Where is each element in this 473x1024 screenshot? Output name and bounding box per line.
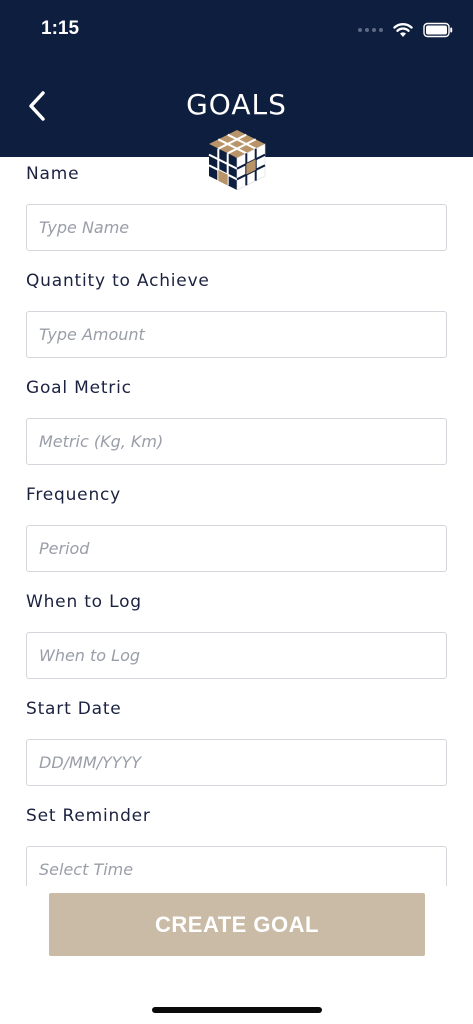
status-time: 1:15 [41,18,80,39]
frequency-label: Frequency [26,485,122,505]
quantity-input[interactable]: Type Amount [26,311,447,358]
start-date-input[interactable]: DD/MM/YYYY [26,739,447,786]
start-date-label: Start Date [26,699,122,719]
name-input[interactable]: Type Name [26,204,447,251]
home-indicator [152,1007,322,1013]
goal-metric-label: Goal Metric [26,378,132,398]
name-label: Name [26,164,80,184]
frequency-input[interactable]: Period [26,525,447,572]
cube-logo-icon [208,130,266,191]
when-to-log-input[interactable]: When to Log [26,632,447,679]
battery-icon [423,22,453,38]
set-reminder-label: Set Reminder [26,806,151,826]
cellular-signal-icon [358,28,383,32]
goal-metric-input[interactable]: Metric (Kg, Km) [26,418,447,465]
quantity-label: Quantity to Achieve [26,271,210,291]
wifi-icon [393,23,413,37]
create-goal-button[interactable]: CREATE GOAL [49,893,425,956]
when-to-log-label: When to Log [26,592,142,612]
page-title: GOALS [186,88,287,121]
status-icons [358,20,453,40]
